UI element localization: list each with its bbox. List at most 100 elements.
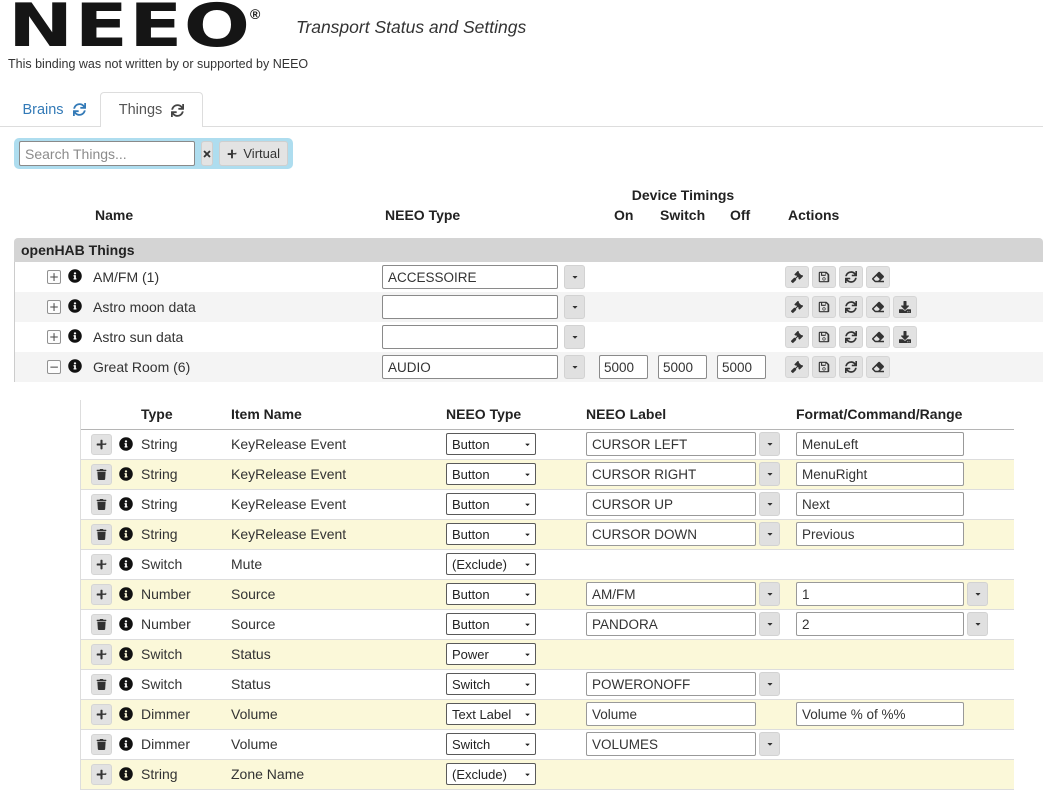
neeo-label-input[interactable] bbox=[586, 492, 756, 516]
info-icon[interactable] bbox=[68, 299, 82, 313]
info-icon[interactable] bbox=[119, 737, 133, 751]
add-virtual-button[interactable]: Virtual bbox=[219, 141, 288, 166]
neeo-type-dropdown-button[interactable] bbox=[564, 295, 585, 319]
neeo-type-select[interactable]: (Exclude) bbox=[446, 553, 536, 575]
save-button[interactable] bbox=[812, 326, 836, 348]
neeo-type-select[interactable]: (Exclude) bbox=[446, 763, 536, 785]
info-icon[interactable] bbox=[119, 677, 133, 691]
neeo-type-select[interactable]: Button bbox=[446, 463, 536, 485]
delete-channel-button[interactable] bbox=[91, 674, 112, 695]
delete-channel-button[interactable] bbox=[91, 734, 112, 755]
add-channel-button[interactable] bbox=[91, 584, 112, 605]
neeo-label-dropdown-button[interactable] bbox=[759, 462, 780, 486]
info-icon[interactable] bbox=[68, 329, 82, 343]
neeo-label-dropdown-button[interactable] bbox=[759, 522, 780, 546]
erase-button[interactable] bbox=[866, 356, 890, 378]
neeo-type-select[interactable]: Text Label bbox=[446, 703, 536, 725]
neeo-type-input[interactable] bbox=[382, 355, 558, 379]
neeo-label-dropdown-button[interactable] bbox=[759, 612, 780, 636]
info-icon[interactable] bbox=[119, 707, 133, 721]
refresh-button[interactable] bbox=[839, 296, 863, 318]
download-button[interactable] bbox=[893, 296, 917, 318]
save-button[interactable] bbox=[812, 356, 836, 378]
search-input[interactable] bbox=[19, 141, 195, 166]
expand-button[interactable]: + bbox=[47, 300, 61, 314]
add-channel-button[interactable] bbox=[91, 764, 112, 785]
neeo-type-dropdown-button[interactable] bbox=[564, 265, 585, 289]
refresh-button[interactable] bbox=[839, 326, 863, 348]
gavel-button[interactable] bbox=[785, 326, 809, 348]
add-channel-button[interactable] bbox=[91, 704, 112, 725]
info-icon[interactable] bbox=[119, 497, 133, 511]
info-icon[interactable] bbox=[119, 527, 133, 541]
format-input[interactable] bbox=[796, 702, 964, 726]
erase-button[interactable] bbox=[866, 296, 890, 318]
save-button[interactable] bbox=[812, 296, 836, 318]
timing-switch-input[interactable] bbox=[658, 355, 707, 379]
format-dropdown-button[interactable] bbox=[967, 612, 988, 636]
collapse-button[interactable]: − bbox=[47, 360, 61, 374]
add-channel-button[interactable] bbox=[91, 644, 112, 665]
gavel-button[interactable] bbox=[785, 296, 809, 318]
neeo-type-input[interactable] bbox=[382, 295, 558, 319]
info-icon[interactable] bbox=[68, 359, 82, 373]
neeo-label-dropdown-button[interactable] bbox=[759, 732, 780, 756]
neeo-type-select[interactable]: Button bbox=[446, 493, 536, 515]
neeo-type-select[interactable]: Button bbox=[446, 613, 536, 635]
neeo-label-dropdown-button[interactable] bbox=[759, 672, 780, 696]
neeo-label-input[interactable] bbox=[586, 612, 756, 636]
clear-search-button[interactable] bbox=[201, 141, 214, 166]
neeo-type-dropdown-button[interactable] bbox=[564, 325, 585, 349]
neeo-type-select[interactable]: Switch bbox=[446, 673, 536, 695]
format-dropdown-button[interactable] bbox=[967, 582, 988, 606]
neeo-type-input[interactable] bbox=[382, 265, 558, 289]
info-icon[interactable] bbox=[119, 557, 133, 571]
refresh-button[interactable] bbox=[839, 266, 863, 288]
expand-button[interactable]: + bbox=[47, 330, 61, 344]
save-button[interactable] bbox=[812, 266, 836, 288]
neeo-label-input[interactable] bbox=[586, 702, 756, 726]
delete-channel-button[interactable] bbox=[91, 524, 112, 545]
refresh-icon[interactable] bbox=[171, 104, 184, 117]
format-input[interactable] bbox=[796, 582, 964, 606]
neeo-label-input[interactable] bbox=[586, 522, 756, 546]
neeo-label-input[interactable] bbox=[586, 582, 756, 606]
format-input[interactable] bbox=[796, 612, 964, 636]
neeo-type-select[interactable]: Power bbox=[446, 643, 536, 665]
erase-button[interactable] bbox=[866, 326, 890, 348]
info-icon[interactable] bbox=[119, 647, 133, 661]
add-channel-button[interactable] bbox=[91, 554, 112, 575]
format-input[interactable] bbox=[796, 462, 964, 486]
neeo-label-input[interactable] bbox=[586, 432, 756, 456]
format-input[interactable] bbox=[796, 522, 964, 546]
delete-channel-button[interactable] bbox=[91, 494, 112, 515]
info-icon[interactable] bbox=[119, 587, 133, 601]
delete-channel-button[interactable] bbox=[91, 464, 112, 485]
gavel-button[interactable] bbox=[785, 266, 809, 288]
neeo-label-dropdown-button[interactable] bbox=[759, 432, 780, 456]
neeo-type-select[interactable]: Button bbox=[446, 583, 536, 605]
neeo-label-input[interactable] bbox=[586, 732, 756, 756]
neeo-label-input[interactable] bbox=[586, 462, 756, 486]
timing-off-input[interactable] bbox=[717, 355, 766, 379]
format-input[interactable] bbox=[796, 432, 964, 456]
info-icon[interactable] bbox=[119, 767, 133, 781]
expand-button[interactable]: + bbox=[47, 270, 61, 284]
info-icon[interactable] bbox=[119, 467, 133, 481]
neeo-type-select[interactable]: Button bbox=[446, 523, 536, 545]
add-channel-button[interactable] bbox=[91, 434, 112, 455]
info-icon[interactable] bbox=[119, 437, 133, 451]
neeo-type-select[interactable]: Button bbox=[446, 433, 536, 455]
download-button[interactable] bbox=[893, 326, 917, 348]
info-icon[interactable] bbox=[68, 269, 82, 283]
neeo-label-dropdown-button[interactable] bbox=[759, 582, 780, 606]
timing-on-input[interactable] bbox=[599, 355, 648, 379]
neeo-type-dropdown-button[interactable] bbox=[564, 355, 585, 379]
erase-button[interactable] bbox=[866, 266, 890, 288]
tab-brains[interactable]: Brains bbox=[10, 93, 98, 126]
format-input[interactable] bbox=[796, 492, 964, 516]
refresh-icon[interactable] bbox=[73, 103, 86, 116]
refresh-button[interactable] bbox=[839, 356, 863, 378]
neeo-type-input[interactable] bbox=[382, 325, 558, 349]
info-icon[interactable] bbox=[119, 617, 133, 631]
